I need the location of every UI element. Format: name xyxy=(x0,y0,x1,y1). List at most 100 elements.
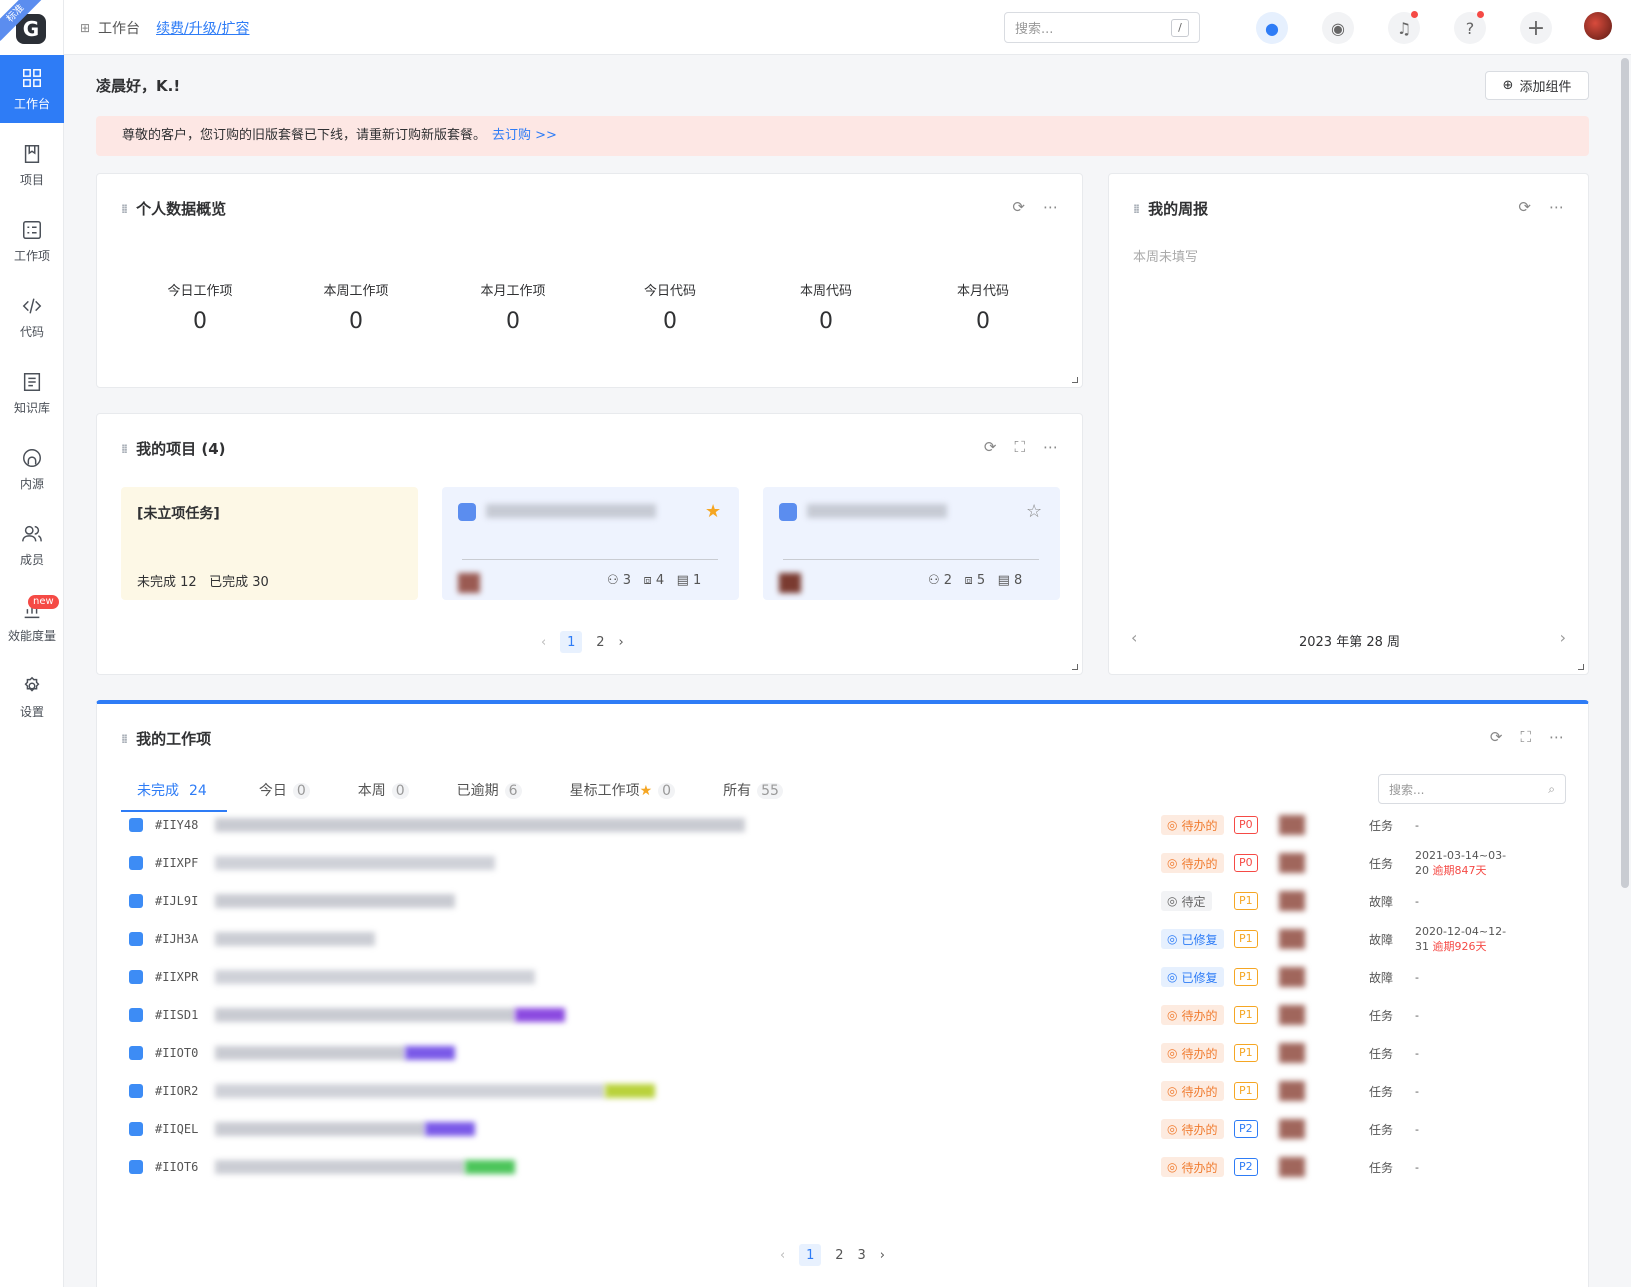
stat-today-code[interactable]: 今日代码 0 xyxy=(600,280,740,334)
help-icon[interactable]: ? xyxy=(1454,11,1486,44)
fullscreen-icon[interactable]: ⛶ xyxy=(1520,728,1531,746)
more-icon[interactable]: ⋯ xyxy=(1549,198,1564,216)
priority-badge[interactable]: P1 xyxy=(1234,930,1258,948)
table-row[interactable]: #IIOT6 ◎ 待办的 P2 任务 - xyxy=(129,1149,1519,1185)
page-2[interactable]: 2 xyxy=(835,1248,843,1263)
resize-handle[interactable] xyxy=(1578,664,1584,670)
global-search-input[interactable]: 搜索... / xyxy=(1004,12,1200,43)
refresh-icon[interactable]: ⟳ xyxy=(1518,198,1531,216)
workitem-id[interactable]: #IIOT6 xyxy=(155,1160,215,1174)
project-card[interactable]: ☆ ⚇ 2 ⧈ 5 ▤ 8 xyxy=(763,487,1060,600)
drag-handle-icon[interactable]: ⁞⁞ xyxy=(121,202,128,216)
page-3[interactable]: 3 xyxy=(857,1248,865,1263)
table-row[interactable]: #IIOT0 ◎ 待办的 P1 任务 - xyxy=(129,1035,1519,1071)
resize-handle[interactable] xyxy=(1072,664,1078,670)
stat-week-items[interactable]: 本周工作项 0 xyxy=(286,280,426,334)
next-week-icon[interactable]: › xyxy=(1560,628,1566,647)
workitem-id[interactable]: #IIOR2 xyxy=(155,1084,215,1098)
refresh-icon[interactable]: ⟳ xyxy=(984,438,997,456)
sidebar-item-settings[interactable]: 设置 xyxy=(0,663,64,731)
status-badge[interactable]: ◎ 已修复 xyxy=(1161,929,1224,949)
prev-page-icon[interactable]: ‹ xyxy=(541,635,546,650)
next-page-icon[interactable]: › xyxy=(880,1248,885,1263)
workitem-title-redacted[interactable] xyxy=(215,932,375,946)
refresh-icon[interactable]: ⟳ xyxy=(1012,198,1025,216)
workitem-title-redacted[interactable] xyxy=(215,1046,405,1060)
workitem-id[interactable]: #IIXPF xyxy=(155,856,215,870)
star-filled-icon[interactable]: ★ xyxy=(705,501,721,522)
project-card-unassigned[interactable]: [未立项任务] 未完成 12 已完成 30 xyxy=(121,487,418,600)
sidebar-item-knowledge[interactable]: 知识库 xyxy=(0,359,64,427)
priority-badge[interactable]: P1 xyxy=(1234,1006,1258,1024)
status-badge[interactable]: ◎ 待办的 xyxy=(1161,1043,1224,1063)
workitem-id[interactable]: #IIY48 xyxy=(155,818,215,832)
flame-icon[interactable]: ◉ xyxy=(1322,12,1354,44)
workitem-title-redacted[interactable] xyxy=(215,856,495,870)
status-badge[interactable]: ◎ 待办的 xyxy=(1161,1157,1224,1177)
resize-handle[interactable] xyxy=(1072,377,1078,383)
status-badge[interactable]: ◎ 待办的 xyxy=(1161,1005,1224,1025)
workitem-id[interactable]: #IISD1 xyxy=(155,1008,215,1022)
status-badge[interactable]: ◎ 待办的 xyxy=(1161,1119,1224,1139)
page-1[interactable]: 1 xyxy=(799,1244,822,1266)
more-icon[interactable]: ⋯ xyxy=(1549,728,1564,746)
sidebar-item-workitems[interactable]: 工作项 xyxy=(0,207,64,275)
priority-badge[interactable]: P0 xyxy=(1234,854,1258,872)
status-badge[interactable]: ◎ 已修复 xyxy=(1161,967,1224,987)
priority-badge[interactable]: P1 xyxy=(1234,968,1258,986)
priority-badge[interactable]: P0 xyxy=(1234,816,1258,834)
priority-badge[interactable]: P1 xyxy=(1234,1044,1258,1062)
page-scrollbar[interactable] xyxy=(1621,58,1629,888)
workitem-search-input[interactable]: 搜索... ⌕ xyxy=(1378,774,1566,804)
workitem-id[interactable]: #IIOT0 xyxy=(155,1046,215,1060)
sidebar-item-members[interactable]: 成员 xyxy=(0,511,64,579)
page-1[interactable]: 1 xyxy=(560,631,583,653)
table-row[interactable]: #IIY48 ◎ 待办的 P0 任务 - xyxy=(129,807,1519,843)
status-badge[interactable]: ◎ 待办的 xyxy=(1161,853,1224,873)
workitem-title-redacted[interactable] xyxy=(215,1084,605,1098)
refresh-icon[interactable]: ⟳ xyxy=(1490,728,1503,746)
fullscreen-icon[interactable]: ⛶ xyxy=(1014,438,1025,456)
drag-handle-icon[interactable]: ⁞⁞ xyxy=(121,732,128,746)
workitem-title-redacted[interactable] xyxy=(215,1008,515,1022)
table-row[interactable]: #IIXPF ◎ 待办的 P0 任务 2021-03-14~03-20 逾期847天 xyxy=(129,845,1519,881)
workitem-id[interactable]: #IIXPR xyxy=(155,970,215,984)
priority-badge[interactable]: P2 xyxy=(1234,1158,1258,1176)
workitem-title-redacted[interactable] xyxy=(215,970,535,984)
user-avatar[interactable] xyxy=(1584,12,1612,40)
sidebar-item-projects[interactable]: 项目 xyxy=(0,131,64,199)
priority-badge[interactable]: P1 xyxy=(1234,1082,1258,1100)
star-outline-icon[interactable]: ☆ xyxy=(1026,501,1042,522)
priority-badge[interactable]: P1 xyxy=(1234,892,1258,910)
priority-badge[interactable]: P2 xyxy=(1234,1120,1258,1138)
table-row[interactable]: #IJL9I ◎ 待定 P1 故障 - xyxy=(129,883,1519,919)
stat-today-items[interactable]: 今日工作项 0 xyxy=(130,280,270,334)
workitem-title-redacted[interactable] xyxy=(215,894,455,908)
prev-page-icon[interactable]: ‹ xyxy=(780,1248,785,1263)
workitem-id[interactable]: #IJH3A xyxy=(155,932,215,946)
workitem-id[interactable]: #IJL9I xyxy=(155,894,215,908)
sidebar-item-innersource[interactable]: 内源 xyxy=(0,435,64,503)
sidebar-item-code[interactable]: 代码 xyxy=(0,283,64,351)
more-icon[interactable]: ⋯ xyxy=(1043,438,1058,456)
status-badge[interactable]: ◎ 待办的 xyxy=(1161,1081,1224,1101)
assistant-icon[interactable]: ● xyxy=(1256,12,1288,44)
table-row[interactable]: #IIQEL ◎ 待办的 P2 任务 - xyxy=(129,1111,1519,1147)
status-badge[interactable]: ◎ 待办的 xyxy=(1161,815,1224,835)
project-card[interactable]: ★ ⚇ 3 ⧈ 4 ▤ 1 xyxy=(442,487,739,600)
workitem-id[interactable]: #IIQEL xyxy=(155,1122,215,1136)
add-widget-button[interactable]: ⊕ 添加组件 xyxy=(1485,71,1589,100)
table-row[interactable]: #IJH3A ◎ 已修复 P1 故障 2020-12-04~12-31 逾期926天 xyxy=(129,921,1519,957)
stat-week-code[interactable]: 本周代码 0 xyxy=(756,280,896,334)
table-row[interactable]: #IISD1 ◎ 待办的 P1 任务 - xyxy=(129,997,1519,1033)
table-row[interactable]: #IIXPR ◎ 已修复 P1 故障 - xyxy=(129,959,1519,995)
workitem-title-redacted[interactable] xyxy=(215,1122,425,1136)
stat-month-code[interactable]: 本月代码 0 xyxy=(913,280,1053,334)
drag-handle-icon[interactable]: ⁞⁞ xyxy=(1133,202,1140,216)
next-page-icon[interactable]: › xyxy=(618,635,623,650)
sidebar-item-metrics[interactable]: 效能度量 new xyxy=(0,587,64,655)
order-link[interactable]: 去订购 >> xyxy=(492,128,557,143)
renew-upgrade-link[interactable]: 续费/升级/扩容 xyxy=(156,18,249,38)
bell-icon[interactable]: ♫ xyxy=(1388,11,1420,44)
workitem-title-redacted[interactable] xyxy=(215,1160,465,1174)
